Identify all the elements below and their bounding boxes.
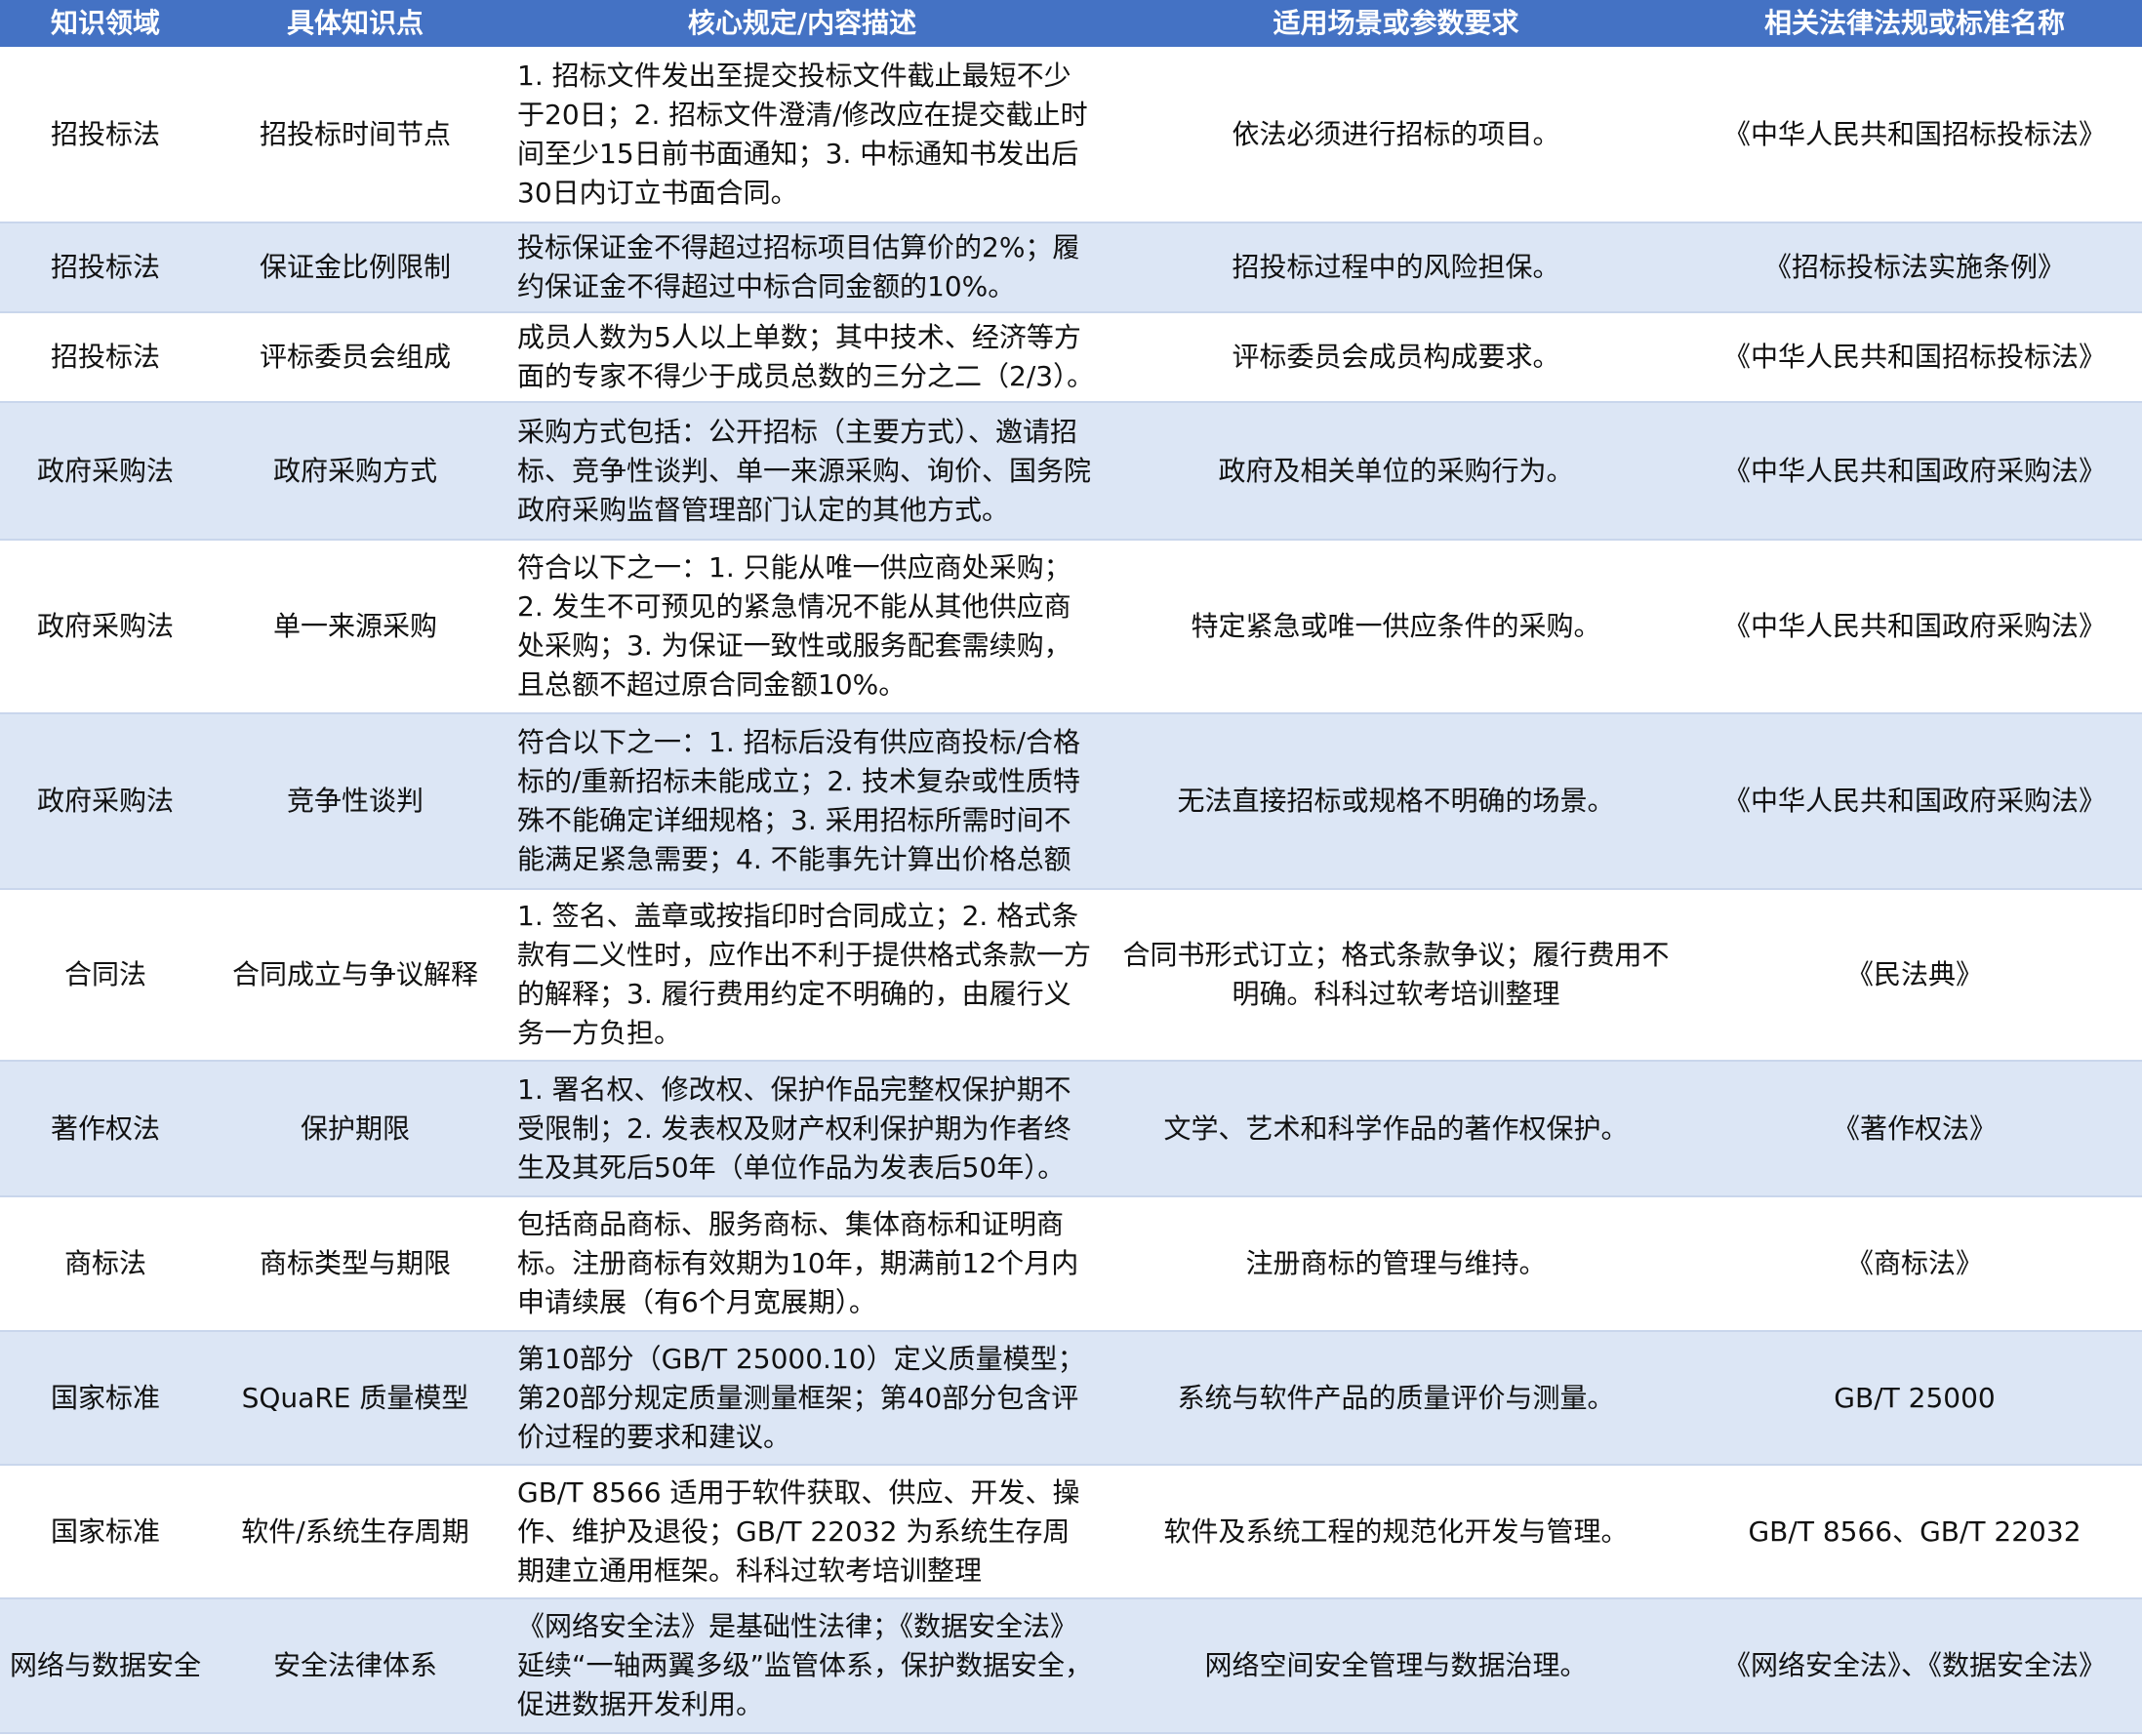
table-header: 知识领域 具体知识点 核心规定/内容描述 适用场景或参数要求 相关法律法规或标准…: [0, 0, 2142, 47]
cell-domain: 国家标准: [50, 1514, 160, 1548]
table-row: 国家标准 软件/系统生存周期 GB/T 8566 适用于软件获取、供应、开发、操…: [0, 1465, 2142, 1598]
cell-topic: 竞争性谈判: [286, 785, 424, 817]
cell-law: 《中华人民共和国招标投标法》: [1722, 341, 2106, 373]
cell-topic: 软件/系统生存周期: [241, 1514, 469, 1548]
cell-description: 1. 署名权、修改权、保护作品完整权保护期不受限制；2. 发表权及财产权利保护期…: [517, 1072, 1071, 1184]
table-row: 合同法 合同成立与争议解释 1. 签名、盖章或按指印时合同成立；2. 格式条款有…: [0, 889, 2142, 1061]
cell-domain: 政府采购法: [36, 785, 174, 817]
cell-description: 包括商品商标、服务商标、集体商标和证明商标。注册商标有效期为10年，期满前12个…: [517, 1208, 1079, 1318]
header-law-name: 相关法律法规或标准名称: [1763, 7, 2065, 39]
cell-scenario: 依法必须进行招标的项目。: [1232, 117, 1560, 150]
cell-scenario: 软件及系统工程的规范化开发与管理。: [1163, 1514, 1629, 1548]
cell-law: 《招标投标法实施条例》: [1763, 251, 2065, 283]
cell-description: 符合以下之一：1. 招标后没有供应商投标/合格标的/重新招标未能成立；2. 技术…: [517, 726, 1081, 875]
cell-domain: 著作权法: [50, 1111, 160, 1145]
law-knowledge-table: 知识领域 具体知识点 核心规定/内容描述 适用场景或参数要求 相关法律法规或标准…: [0, 0, 2142, 1734]
cell-law: 《民法典》: [1845, 958, 1983, 990]
cell-domain: 政府采购法: [36, 610, 174, 642]
cell-law: 《中华人民共和国招标投标法》: [1722, 117, 2106, 150]
cell-domain: 合同法: [63, 958, 146, 990]
table-row: 著作权法 保护期限 1. 署名权、修改权、保护作品完整权保护期不受限制；2. 发…: [0, 1061, 2142, 1196]
cell-domain: 招投标法: [50, 251, 160, 283]
cell-description: 1. 签名、盖章或按指印时合同成立；2. 格式条款有二义性时，应作出不利于提供格…: [517, 900, 1092, 1049]
cell-description: 1. 招标文件发出至提交投标文件截止最短不少于20日；2. 招标文件澄清/修改应…: [517, 59, 1088, 209]
cell-domain: 招投标法: [50, 117, 160, 150]
description-text: 成员人数为5人以上单数；其中技术、经济等方面的专家不得少于成员总数的三分之二（2…: [517, 321, 1095, 392]
cell-description: 成员人数为5人以上单数；其中技术、经济等方面的专家不得少于成员总数的三分之二（2…: [500, 312, 1105, 402]
header-row: 知识领域 具体知识点 核心规定/内容描述 适用场景或参数要求 相关法律法规或标准…: [0, 0, 2142, 47]
cell-domain: 招投标法: [50, 341, 160, 373]
cell-topic: 招投标时间节点: [259, 117, 451, 150]
cell-topic: 政府采购方式: [272, 454, 437, 487]
cell-scenario: 网络空间安全管理与数据治理。: [1204, 1649, 1588, 1681]
cell-scenario: 合同书形式订立；格式条款争议；履行费用不明确。科科过软考培训整理: [1122, 939, 1670, 1010]
cell-description: GB/T 8566 适用于软件获取、供应、开发、操作、维护及退役；GB/T 22…: [517, 1475, 1080, 1587]
table-body: 招投标法 招投标时间节点 1. 招标文件发出至提交投标文件截止最短不少于20日；…: [0, 47, 2142, 1733]
table-row: 政府采购法 竞争性谈判 符合以下之一：1. 招标后没有供应商投标/合格标的/重新…: [0, 713, 2142, 889]
cell-topic: SQuaRE 质量模型: [241, 1381, 469, 1414]
cell-domain: 国家标准: [50, 1381, 160, 1414]
cell-scenario: 无法直接招标或规格不明确的场景。: [1177, 785, 1615, 817]
table-row: 商标法 商标类型与期限 包括商品商标、服务商标、集体商标和证明商标。注册商标有效…: [0, 1196, 2142, 1331]
cell-description: 符合以下之一：1. 只能从唯一供应商处采购；2. 发生不可预见的紧急情况不能从其…: [517, 551, 1071, 701]
cell-scenario: 政府及相关单位的采购行为。: [1218, 454, 1574, 487]
cell-scenario: 系统与软件产品的质量评价与测量。: [1177, 1381, 1615, 1414]
cell-topic: 保护期限: [300, 1111, 410, 1145]
table-row: 招投标法 招投标时间节点 1. 招标文件发出至提交投标文件截止最短不少于20日；…: [0, 47, 2142, 222]
cell-description: 投标保证金不得超过招标项目估算价的2%；履约保证金不得超过中标合同金额的10%。: [517, 231, 1080, 303]
cell-law: 《中华人民共和国政府采购法》: [1722, 785, 2106, 817]
cell-topic: 合同成立与争议解释: [231, 958, 478, 990]
cell-description: 采购方式包括：公开招标（主要方式）、邀请招标、竞争性谈判、单一来源采购、询价、国…: [517, 415, 1092, 526]
header-knowledge-domain: 知识领域: [50, 7, 160, 39]
table-row: 招投标法 保证金比例限制 投标保证金不得超过招标项目估算价的2%；履约保证金不得…: [0, 222, 2142, 312]
cell-topic: 安全法律体系: [272, 1649, 437, 1681]
cell-description: 第10部分（GB/T 25000.10）定义质量模型；第20部分规定质量测量框架…: [517, 1342, 1085, 1453]
cell-law: 《商标法》: [1845, 1247, 1983, 1279]
cell-topic: 评标委员会组成: [259, 341, 451, 373]
cell-law: 《中华人民共和国政府采购法》: [1722, 454, 2106, 487]
cell-domain: 网络与数据安全: [9, 1649, 201, 1681]
header-core-rule: 核心规定/内容描述: [687, 7, 917, 39]
cell-scenario: 文学、艺术和科学作品的著作权保护。: [1163, 1111, 1629, 1145]
cell-description: 《网络安全法》是基础性法律；《数据安全法》延续“一轴两翼多级”监管体系，保护数据…: [517, 1610, 1093, 1720]
header-scenario: 适用场景或参数要求: [1273, 7, 1519, 39]
table-row: 网络与数据安全 安全法律体系 《网络安全法》是基础性法律；《数据安全法》延续“一…: [0, 1598, 2142, 1733]
cell-scenario: 注册商标的管理与维持。: [1245, 1247, 1547, 1279]
cell-scenario: 特定紧急或唯一供应条件的采购。: [1191, 610, 1601, 642]
cell-law: 《著作权法》: [1832, 1111, 1997, 1145]
cell-law: GB/T 8566、GB/T 22032: [1748, 1514, 2081, 1548]
header-knowledge-point: 具体知识点: [286, 7, 424, 39]
cell-law: 《中华人民共和国政府采购法》: [1722, 610, 2106, 642]
cell-topic: 单一来源采购: [272, 610, 437, 642]
table-row: 政府采购法 政府采购方式 采购方式包括：公开招标（主要方式）、邀请招标、竞争性谈…: [0, 402, 2142, 540]
cell-law: GB/T 25000: [1834, 1381, 1996, 1414]
cell-domain: 政府采购法: [36, 454, 174, 487]
cell-domain: 商标法: [63, 1247, 146, 1279]
cell-topic: 商标类型与期限: [259, 1247, 451, 1279]
cell-topic: 保证金比例限制: [259, 251, 451, 283]
table-row: 招投标法 评标委员会组成 成员人数为5人以上单数；其中技术、经济等方面的专家不得…: [0, 312, 2142, 402]
cell-scenario: 评标委员会成员构成要求。: [1232, 341, 1560, 373]
table-row: 政府采购法 单一来源采购 符合以下之一：1. 只能从唯一供应商处采购；2. 发生…: [0, 540, 2142, 713]
cell-scenario: 招投标过程中的风险担保。: [1232, 251, 1560, 283]
table-row: 国家标准 SQuaRE 质量模型 第10部分（GB/T 25000.10）定义质…: [0, 1331, 2142, 1465]
cell-law: 《网络安全法》、《数据安全法》: [1722, 1649, 2106, 1681]
